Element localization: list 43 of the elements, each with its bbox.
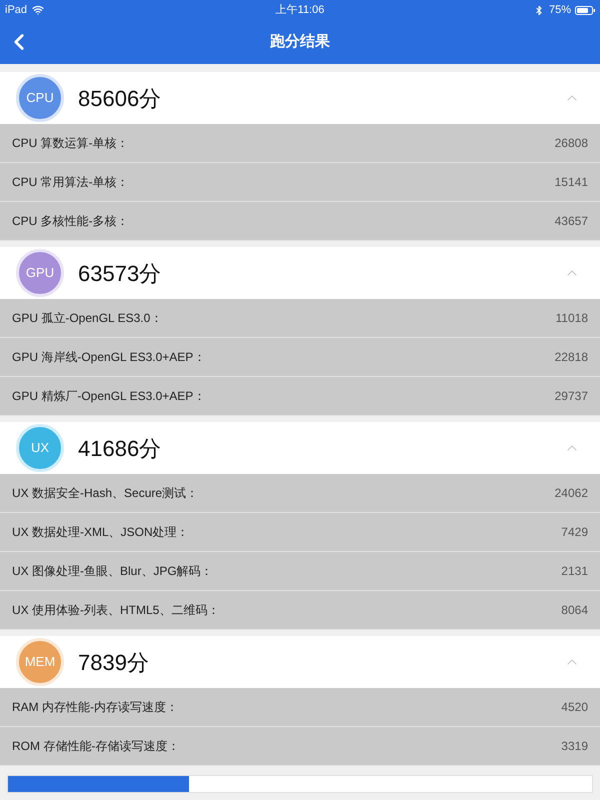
test-label: UX 图像处理-鱼眼、Blur、JPG解码： xyxy=(12,563,213,580)
test-score: 22818 xyxy=(554,349,588,366)
page-title: 跑分结果 xyxy=(270,32,330,52)
test-score: 11018 xyxy=(556,310,588,327)
bluetooth-icon xyxy=(534,4,544,16)
test-score: 4520 xyxy=(561,699,588,716)
test-label: UX 数据处理-XML、JSON处理： xyxy=(12,524,189,541)
score-header[interactable]: CPU 85606分 xyxy=(0,72,600,124)
test-score: 15141 xyxy=(554,174,588,191)
test-label: GPU 孤立-OpenGL ES3.0： xyxy=(12,310,162,327)
battery-percent: 75% xyxy=(548,2,571,18)
test-score: 24062 xyxy=(554,485,588,502)
test-score: 3319 xyxy=(561,738,588,755)
score-value: 85606分 xyxy=(78,84,162,112)
test-label: UX 数据安全-Hash、Secure测试： xyxy=(12,485,198,502)
score-header[interactable]: UX 41686分 xyxy=(0,422,600,474)
category-badge: UX xyxy=(16,424,64,472)
test-label: CPU 算数运算-单核： xyxy=(12,135,129,152)
test-label: CPU 常用算法-单核： xyxy=(12,174,129,191)
category-badge: GPU xyxy=(16,249,64,297)
test-label: GPU 精炼厂-OpenGL ES3.0+AEP： xyxy=(12,388,206,405)
test-label: UX 使用体验-列表、HTML5、二维码： xyxy=(12,602,220,619)
score-header[interactable]: GPU 63573分 xyxy=(0,247,600,299)
status-time: 上午11:06 xyxy=(276,2,324,18)
category-badge: CPU xyxy=(16,74,64,122)
score-value: 63573分 xyxy=(78,260,162,288)
test-label: GPU 海岸线-OpenGL ES3.0+AEP： xyxy=(12,349,206,366)
test-score: 29737 xyxy=(554,388,588,405)
score-value: 41686分 xyxy=(78,434,162,462)
test-score: 7429 xyxy=(561,524,588,541)
test-score: 8064 xyxy=(561,602,588,619)
test-label: CPU 多核性能-多核： xyxy=(12,213,129,230)
score-value: 7839分 xyxy=(78,648,149,676)
test-score: 43657 xyxy=(554,213,588,230)
category-badge: MEM xyxy=(16,638,64,686)
battery-icon xyxy=(575,6,595,14)
device-name: iPad xyxy=(5,2,28,18)
score-header[interactable]: MEM 7839分 xyxy=(0,636,600,688)
test-label: RAM 内存性能-内存读写速度： xyxy=(12,699,178,716)
test-score: 2131 xyxy=(561,563,588,580)
wifi-icon xyxy=(32,4,44,16)
test-score: 26808 xyxy=(554,135,588,152)
test-label: ROM 存储性能-存储读写速度： xyxy=(12,738,180,755)
